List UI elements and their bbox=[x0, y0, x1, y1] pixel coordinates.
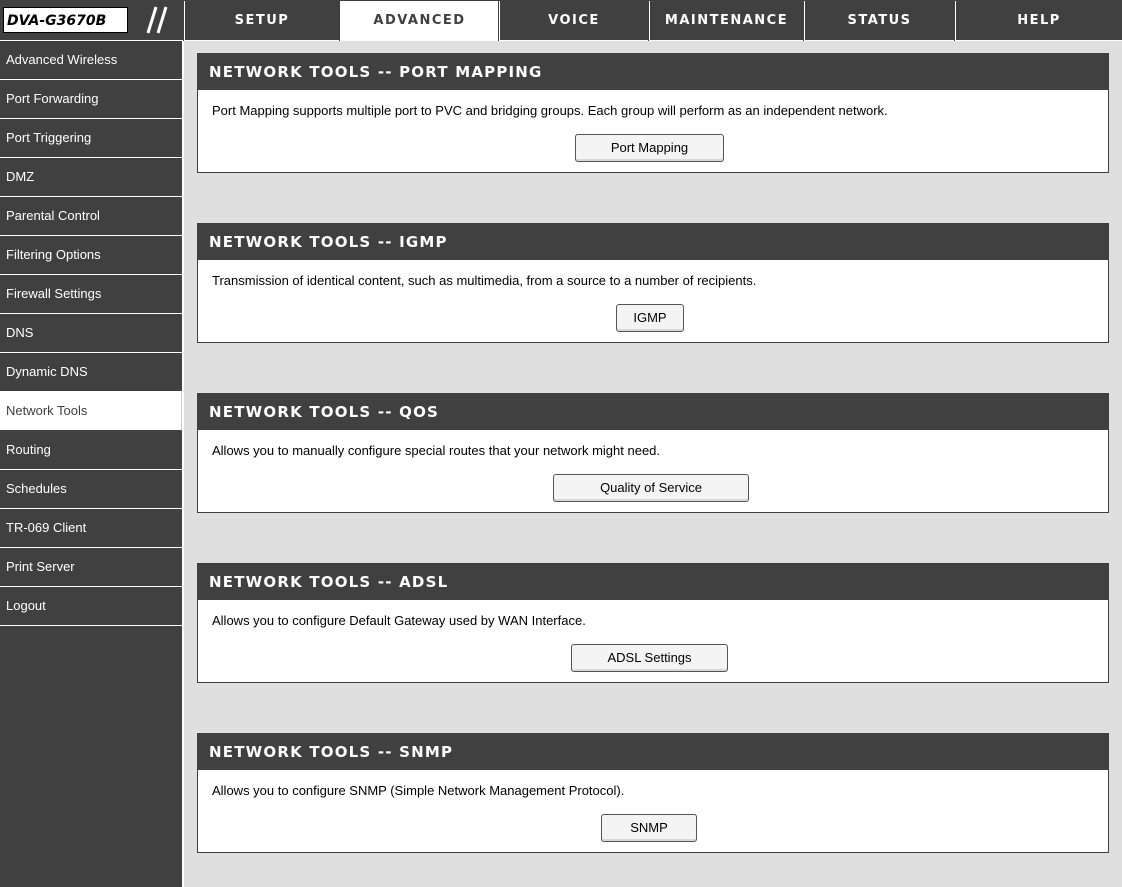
section-qos: NETWORK TOOLS -- QOS Allows you to manua… bbox=[197, 393, 1109, 513]
tab-maintenance[interactable]: MAINTENANCE bbox=[649, 1, 803, 41]
section-button-row: SNMP bbox=[198, 810, 1108, 852]
port-mapping-button[interactable]: Port Mapping bbox=[575, 134, 724, 162]
section-port-mapping: NETWORK TOOLS -- PORT MAPPING Port Mappi… bbox=[197, 53, 1109, 173]
sidebar-item-logout[interactable]: Logout bbox=[0, 587, 182, 626]
sidebar-item-dns[interactable]: DNS bbox=[0, 314, 182, 353]
sidebar-item-parental-control[interactable]: Parental Control bbox=[0, 197, 182, 236]
section-igmp: NETWORK TOOLS -- IGMP Transmission of id… bbox=[197, 223, 1109, 343]
section-title: NETWORK TOOLS -- PORT MAPPING bbox=[198, 54, 1108, 90]
section-button-row: Quality of Service bbox=[198, 470, 1108, 512]
brand-logo-area: DVA-G3670B bbox=[0, 0, 183, 41]
sidebar: Advanced Wireless Port Forwarding Port T… bbox=[0, 41, 183, 887]
model-logo: DVA-G3670B bbox=[3, 7, 128, 33]
snmp-button[interactable]: SNMP bbox=[601, 814, 697, 842]
section-description: Port Mapping supports multiple port to P… bbox=[198, 90, 1108, 130]
section-description: Allows you to configure Default Gateway … bbox=[198, 600, 1108, 640]
sidebar-item-tr069-client[interactable]: TR-069 Client bbox=[0, 509, 182, 548]
section-title: NETWORK TOOLS -- IGMP bbox=[198, 224, 1108, 260]
tab-status[interactable]: STATUS bbox=[804, 1, 954, 41]
tab-setup[interactable]: SETUP bbox=[184, 1, 339, 41]
sidebar-item-advanced-wireless[interactable]: Advanced Wireless bbox=[0, 41, 182, 80]
tab-voice[interactable]: VOICE bbox=[499, 1, 648, 41]
top-navigation-bar: DVA-G3670B SETUP ADVANCED VOICE MAINTENA… bbox=[0, 0, 1122, 41]
section-title: NETWORK TOOLS -- QOS bbox=[198, 394, 1108, 430]
section-title: NETWORK TOOLS -- ADSL bbox=[198, 564, 1108, 600]
sidebar-item-schedules[interactable]: Schedules bbox=[0, 470, 182, 509]
main-content: NETWORK TOOLS -- PORT MAPPING Port Mappi… bbox=[184, 41, 1122, 887]
sidebar-item-filtering-options[interactable]: Filtering Options bbox=[0, 236, 182, 275]
section-button-row: IGMP bbox=[198, 300, 1108, 342]
igmp-button[interactable]: IGMP bbox=[616, 304, 684, 332]
section-description: Allows you to configure SNMP (Simple Net… bbox=[198, 770, 1108, 810]
quality-of-service-button[interactable]: Quality of Service bbox=[553, 474, 749, 502]
sidebar-item-dynamic-dns[interactable]: Dynamic DNS bbox=[0, 353, 182, 392]
tab-advanced[interactable]: ADVANCED bbox=[340, 1, 498, 41]
section-description: Allows you to manually configure special… bbox=[198, 430, 1108, 470]
sidebar-item-routing[interactable]: Routing bbox=[0, 431, 182, 470]
sidebar-item-port-triggering[interactable]: Port Triggering bbox=[0, 119, 182, 158]
section-button-row: ADSL Settings bbox=[198, 640, 1108, 682]
section-adsl: NETWORK TOOLS -- ADSL Allows you to conf… bbox=[197, 563, 1109, 683]
sidebar-item-port-forwarding[interactable]: Port Forwarding bbox=[0, 80, 182, 119]
sidebar-item-network-tools[interactable]: Network Tools bbox=[0, 392, 182, 431]
slash-decoration-icon bbox=[146, 6, 168, 34]
tab-help[interactable]: HELP bbox=[955, 1, 1122, 41]
section-snmp: NETWORK TOOLS -- SNMP Allows you to conf… bbox=[197, 733, 1109, 853]
sidebar-item-dmz[interactable]: DMZ bbox=[0, 158, 182, 197]
sidebar-item-print-server[interactable]: Print Server bbox=[0, 548, 182, 587]
section-description: Transmission of identical content, such … bbox=[198, 260, 1108, 300]
section-title: NETWORK TOOLS -- SNMP bbox=[198, 734, 1108, 770]
adsl-settings-button[interactable]: ADSL Settings bbox=[571, 644, 728, 672]
section-button-row: Port Mapping bbox=[198, 130, 1108, 172]
sidebar-item-firewall-settings[interactable]: Firewall Settings bbox=[0, 275, 182, 314]
